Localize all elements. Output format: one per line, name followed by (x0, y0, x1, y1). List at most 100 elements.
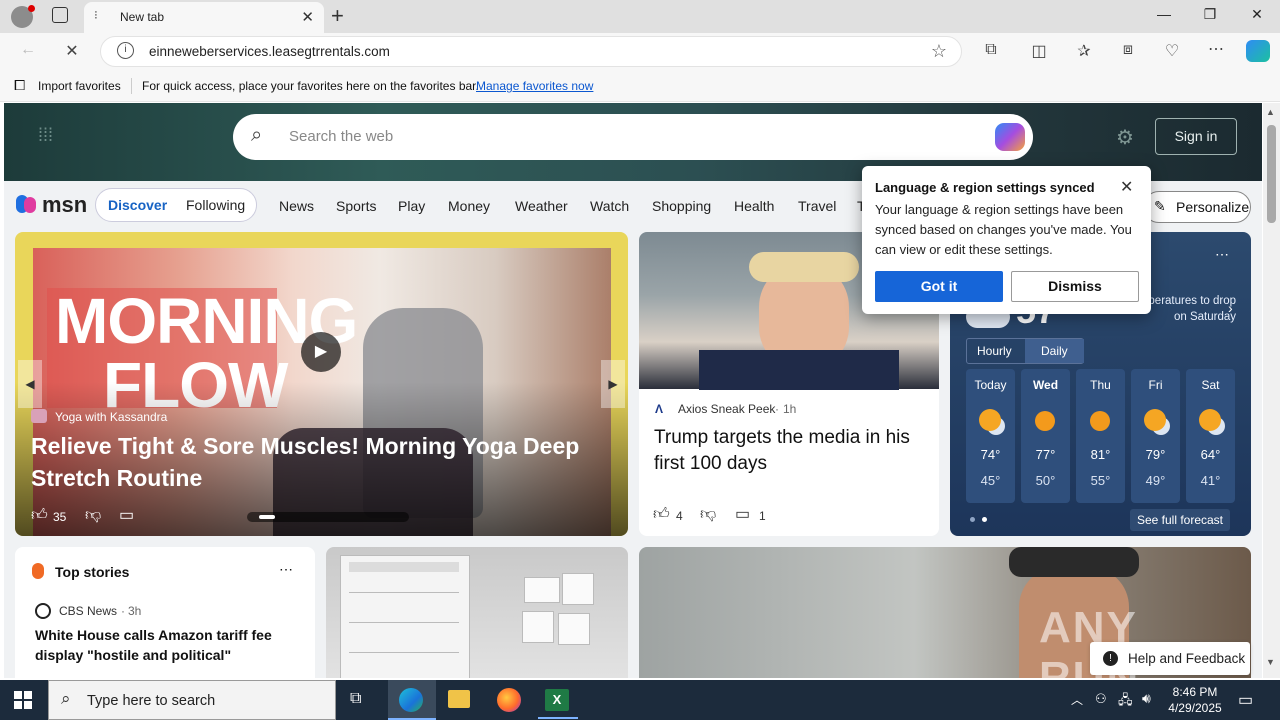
like-icon[interactable]: 👍︎ (31, 506, 48, 525)
favorites-icon[interactable]: ✰ (1072, 41, 1096, 61)
web-search-box[interactable]: ⌕ Search the web (233, 114, 1033, 160)
nav-shopping[interactable]: Shopping (652, 198, 711, 214)
more-menu-icon[interactable]: ⋯ (1204, 39, 1228, 59)
carousel-dots[interactable] (247, 512, 409, 522)
taskbar-edge[interactable] (388, 680, 436, 720)
featured-video-card[interactable]: MORNING FLOW ▶ ◀ ▶ Yoga with Kassandra R… (15, 232, 628, 536)
stop-loading-icon[interactable]: ✕ (60, 41, 84, 61)
story2-source[interactable]: Axios Sneak Peek (678, 402, 775, 416)
top-stories-heading[interactable]: Top stories (55, 564, 129, 580)
task-view-icon[interactable]: ⧉ (350, 690, 361, 708)
minimize-button[interactable]: — (1149, 6, 1179, 22)
file-explorer-icon[interactable] (448, 690, 470, 708)
split-screen-icon[interactable]: ◫ (1027, 41, 1051, 61)
apps-grid-icon[interactable]: ⁞⁞⁞ (38, 125, 53, 146)
daily-forecast: Today 74° 45° Wed 77° 50° Thu 81° 55° Fr… (966, 369, 1236, 503)
excel-icon[interactable]: X (545, 689, 569, 711)
import-favorites-icon[interactable]: ⧠ (14, 77, 25, 94)
personalize-button[interactable]: ✎ Personalize (1143, 191, 1251, 223)
copilot-icon[interactable] (1246, 40, 1270, 62)
top-story-source[interactable]: CBS News (59, 604, 117, 618)
url-text[interactable]: einneweberservices.leasegtrrentals.com (149, 44, 390, 59)
tab-daily[interactable]: Daily (1041, 344, 1068, 358)
play-button[interactable]: ▶ (301, 332, 341, 372)
volume-icon[interactable]: 🔊︎ (1142, 690, 1151, 707)
forecast-day[interactable]: Thu 81° 55° (1076, 369, 1125, 503)
collections-icon[interactable]: ⧈ (1116, 41, 1140, 59)
top-stories-card: Top stories ⋯ CBS News · 3h White House … (15, 547, 315, 678)
browser-essentials-icon[interactable]: ♡ (1160, 41, 1184, 61)
tab-hourly[interactable]: Hourly (977, 344, 1012, 358)
nav-travel[interactable]: Travel (798, 198, 836, 214)
feature-title[interactable]: Relieve Tight & Sore Muscles! Morning Yo… (31, 430, 601, 494)
new-tab-button[interactable]: + (331, 3, 344, 29)
story2-dislike-icon[interactable]: 👎︎ (700, 505, 716, 524)
close-tab-icon[interactable]: ✕ (301, 8, 314, 26)
notifications-icon[interactable]: ▭ (1238, 690, 1253, 710)
firefox-icon[interactable] (497, 688, 521, 712)
forecast-day[interactable]: Wed 77° 50° (1021, 369, 1070, 503)
top-stories-more-icon[interactable]: ⋯ (279, 561, 293, 578)
garage-ad-card[interactable] (326, 547, 628, 678)
site-info-icon[interactable]: i (117, 42, 134, 59)
favorite-star-icon[interactable]: ☆ (931, 41, 947, 62)
clock[interactable]: 8:46 PM 4/29/2025 (1164, 684, 1226, 716)
see-full-forecast-button[interactable]: See full forecast (1130, 509, 1230, 531)
page-dot[interactable] (970, 517, 975, 522)
page-scrollbar[interactable]: ▲ ▼ (1263, 103, 1280, 678)
scroll-up-icon[interactable]: ▲ (1266, 107, 1275, 117)
copilot-search-icon[interactable] (995, 123, 1025, 151)
start-windows-icon[interactable] (14, 691, 32, 709)
forecast-toggle: Hourly Daily (966, 338, 1084, 364)
tab-following[interactable]: Following (186, 197, 245, 213)
carousel-prev-button[interactable]: ◀ (18, 360, 42, 408)
got-it-button[interactable]: Got it (875, 271, 1003, 302)
restore-button[interactable]: ❐ (1195, 6, 1225, 23)
nav-health[interactable]: Health (734, 198, 774, 214)
address-bar[interactable]: i einneweberservices.leasegtrrentals.com… (100, 36, 962, 67)
top-story-headline[interactable]: White House calls Amazon tariff fee disp… (35, 625, 295, 665)
scroll-thumb[interactable] (1267, 125, 1276, 223)
back-icon[interactable]: ← (16, 41, 40, 59)
story2-title[interactable]: Trump targets the media in his first 100… (654, 425, 924, 477)
forecast-day[interactable]: Fri 79° 49° (1131, 369, 1180, 503)
manage-favorites-link[interactable]: Manage favorites now (476, 79, 593, 93)
settings-gear-icon[interactable]: ⚙ (1116, 125, 1134, 150)
tab-actions-icon[interactable] (52, 7, 68, 23)
tray-chevron-icon[interactable]: ︿ (1071, 691, 1083, 708)
nav-sports[interactable]: Sports (336, 198, 376, 214)
feature-source[interactable]: Yoga with Kassandra (55, 410, 167, 424)
nav-watch[interactable]: Watch (590, 198, 629, 214)
network-icon[interactable]: 🖧︎ (1118, 691, 1133, 713)
msn-logo-text[interactable]: msn (42, 192, 87, 218)
tab-discover[interactable]: Discover (108, 197, 167, 213)
story2-comment-icon[interactable]: ▭ (735, 504, 750, 524)
scroll-down-icon[interactable]: ▼ (1266, 657, 1275, 667)
page-dot[interactable] (982, 517, 987, 522)
dismiss-button[interactable]: Dismiss (1011, 271, 1139, 302)
popup-close-icon[interactable]: ✕ (1120, 177, 1133, 197)
tab-new-tab[interactable]: ⁝ New tab ✕ (84, 2, 324, 33)
favorites-divider (131, 78, 132, 94)
nav-play[interactable]: Play (398, 198, 425, 214)
nav-money[interactable]: Money (448, 198, 490, 214)
forecast-day[interactable]: Sat 64° 41° (1186, 369, 1235, 503)
extensions-icon[interactable]: ⧉ (979, 41, 1003, 59)
sign-in-button[interactable]: Sign in (1155, 118, 1237, 155)
nav-weather[interactable]: Weather (515, 198, 568, 214)
profile-avatar-icon[interactable] (11, 5, 35, 28)
taskbar-search[interactable]: ⌕ Type here to search (48, 680, 336, 720)
import-favorites-button[interactable]: Import favorites (38, 79, 121, 93)
forecast-day[interactable]: Today 74° 45° (966, 369, 1015, 503)
chevron-right-icon[interactable]: › (1228, 300, 1233, 316)
nav-news[interactable]: News (279, 198, 314, 214)
help-feedback-button[interactable]: ! Help and Feedback (1090, 642, 1250, 675)
msn-logo-icon[interactable] (16, 193, 40, 215)
story2-like-icon[interactable]: 👍︎ (653, 505, 670, 524)
comment-icon[interactable]: ▭ (119, 505, 134, 525)
carousel-next-button[interactable]: ▶ (601, 360, 625, 408)
dislike-icon[interactable]: 👎︎ (85, 506, 101, 525)
close-window-button[interactable]: ✕ (1242, 6, 1272, 23)
weather-more-icon[interactable]: ⋯ (1215, 246, 1229, 263)
tray-device-icon[interactable]: ⚇ (1095, 691, 1107, 707)
